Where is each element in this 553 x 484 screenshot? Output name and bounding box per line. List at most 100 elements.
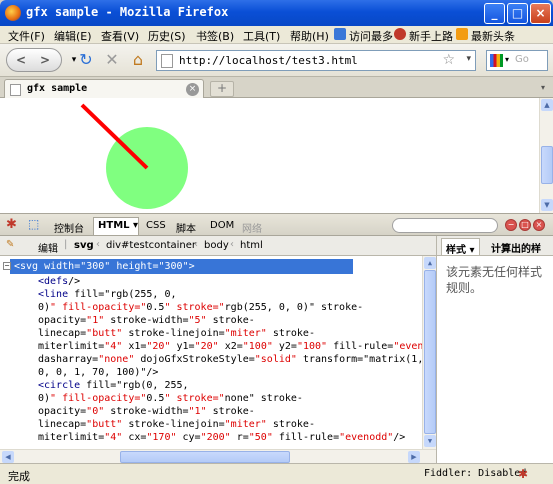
scroll-down-icon[interactable]: ▼ xyxy=(541,199,553,211)
menu-file[interactable]: 文件(F) xyxy=(8,28,45,44)
scroll-up-icon[interactable]: ▲ xyxy=(424,257,436,269)
no-style-rules-message: 该元素无任何样式规则。 xyxy=(446,265,543,295)
scrollbar-thumb[interactable] xyxy=(120,451,290,463)
breadcrumb-body[interactable]: body xyxy=(204,240,229,251)
close-button[interactable]: × xyxy=(530,3,551,24)
close-tab-icon[interactable]: × xyxy=(186,83,199,96)
firebug-toolbar: ✱ ⬚ 控制台 HTML ▾ CSS 脚本 DOM 网络 − □ × xyxy=(0,213,553,236)
style-side-panel: 该元素无任何样式规则。 xyxy=(436,256,553,463)
tab-computed-style[interactable]: 计算出的样式 xyxy=(487,238,553,270)
url-dropdown-icon[interactable]: ▾ xyxy=(466,54,471,64)
firebug-detach-icon[interactable]: □ xyxy=(519,219,531,231)
forward-button[interactable]: > xyxy=(40,53,50,67)
code-line[interactable]: 0)" fill-opacity="0.5" stroke="rgb(255, … xyxy=(38,301,363,314)
bookmark-getting-started[interactable]: 新手上路 xyxy=(394,28,453,44)
code-line[interactable]: opacity="0" stroke-width="1" stroke- xyxy=(38,405,255,418)
tab-console[interactable]: 控制台 xyxy=(54,220,84,235)
scroll-left-icon[interactable]: ◀ xyxy=(2,451,14,463)
scrollbar-thumb[interactable] xyxy=(424,270,436,434)
html-vertical-scrollbar[interactable]: ▲ ▼ xyxy=(422,256,436,449)
breadcrumb-div-testcontainer[interactable]: div#testcontainer xyxy=(106,240,196,251)
page-icon xyxy=(161,54,173,68)
tab-dom[interactable]: DOM xyxy=(210,220,234,231)
bookmark-star-icon[interactable]: ☆ xyxy=(442,52,455,68)
code-line-selected[interactable]: <svg width="300" height="300"> xyxy=(14,260,195,273)
tab-script[interactable]: 脚本 xyxy=(176,220,196,235)
scroll-down-icon[interactable]: ▼ xyxy=(424,435,436,447)
code-line[interactable]: <circle fill="rgb(0, 255, xyxy=(38,379,189,392)
code-line[interactable]: 0)" fill-opacity="0.5" stroke="none" str… xyxy=(38,392,303,405)
page-icon xyxy=(10,84,21,96)
search-engine-dropdown-icon[interactable]: ▾ xyxy=(505,55,509,64)
collapse-toggle-icon[interactable]: − xyxy=(3,262,11,270)
code-line[interactable]: linecap="butt" stroke-linejoin="miter" s… xyxy=(38,418,315,431)
code-line[interactable]: miterlimit="4" cx="170" cy="200" r="50" … xyxy=(38,431,405,444)
inspect-icon[interactable]: ⬚ xyxy=(28,217,39,231)
tab-html[interactable]: HTML ▾ xyxy=(98,220,138,231)
status-bar: 完成 Fiddler: Disabled ✱ xyxy=(0,463,553,484)
code-line[interactable]: <defs/> xyxy=(38,275,80,288)
breadcrumb-html[interactable]: html xyxy=(240,240,263,251)
html-source-panel: − <svg width="300" height="300"> <defs/> <… xyxy=(0,256,436,463)
html-breadcrumb: ✎ 编辑 | svg ‹ div#testcontainer ‹ body ‹ … xyxy=(0,236,436,256)
menu-view[interactable]: 查看(V) xyxy=(101,28,139,44)
firebug-status-icon[interactable]: ✱ xyxy=(518,467,528,481)
google-icon[interactable] xyxy=(490,54,503,67)
edit-icon: ✎ xyxy=(6,239,15,250)
menu-help[interactable]: 帮助(H) xyxy=(290,28,329,44)
tab-label: gfx sample xyxy=(27,83,88,94)
firebug-bug-icon[interactable]: ✱ xyxy=(6,217,17,232)
home-icon[interactable]: ⌂ xyxy=(128,50,148,70)
code-line[interactable]: linecap="butt" stroke-linejoin="miter" s… xyxy=(38,327,315,340)
menu-history[interactable]: 历史(S) xyxy=(148,28,186,44)
scrollbar-thumb[interactable] xyxy=(541,146,553,184)
menu-edit[interactable]: 编辑(E) xyxy=(54,28,92,44)
code-line[interactable]: 0, 0, 1, 70, 100)"/> xyxy=(38,366,158,379)
tab-css[interactable]: CSS xyxy=(146,220,166,231)
search-box[interactable]: ▾ Go xyxy=(486,50,548,71)
menu-tools[interactable]: 工具(T) xyxy=(243,28,280,44)
menu-bookmarks[interactable]: 书签(B) xyxy=(196,28,234,44)
code-line[interactable]: dasharray="none" dojoGfxStrokeStyle="sol… xyxy=(38,353,423,366)
edit-button[interactable]: 编辑 xyxy=(38,240,58,255)
scroll-up-icon[interactable]: ▲ xyxy=(541,99,553,111)
breadcrumb-separator: ‹ xyxy=(230,239,234,250)
page-content: ▲ ▼ xyxy=(0,98,553,213)
back-forward-group: < > xyxy=(6,48,62,72)
maximize-button[interactable]: □ xyxy=(507,3,528,24)
breadcrumb-separator: ‹ xyxy=(96,239,100,250)
menu-bar: 文件(F) 编辑(E) 查看(V) 历史(S) 书签(B) 工具(T) 帮助(H… xyxy=(0,26,553,44)
status-text: 完成 xyxy=(8,470,30,483)
back-button[interactable]: < xyxy=(16,53,26,67)
rss-icon xyxy=(456,28,468,40)
firebug-close-icon[interactable]: × xyxy=(533,219,545,231)
address-bar[interactable]: http://localhost/test3.html ☆ ▾ xyxy=(156,50,476,71)
code-line[interactable]: miterlimit="4" x1="20" y1="20" x2="100" … xyxy=(38,340,436,353)
window-title: gfx sample - Mozilla Firefox xyxy=(26,5,229,19)
new-tab-button[interactable]: + xyxy=(210,81,234,97)
reload-icon[interactable]: ↻ xyxy=(76,50,96,70)
minimize-button[interactable]: _ xyxy=(484,3,505,24)
html-horizontal-scrollbar[interactable]: ◀ ▶ xyxy=(0,449,436,463)
tab-bar: gfx sample × + ▾ xyxy=(0,77,553,99)
tab-list-icon[interactable]: ▾ xyxy=(536,81,550,95)
search-placeholder: Go xyxy=(515,54,529,65)
navigation-toolbar: < > ▾ ↻ ✕ ⌂ http://localhost/test3.html … xyxy=(0,44,553,77)
fiddler-status[interactable]: Fiddler: Disabled xyxy=(424,468,526,479)
breadcrumb-svg[interactable]: svg xyxy=(74,240,94,251)
stop-icon[interactable]: ✕ xyxy=(102,50,122,70)
bookmark-latest-headlines[interactable]: 最新头条 xyxy=(456,28,515,44)
breadcrumb-separator: ‹ xyxy=(194,239,198,250)
tab-style[interactable]: 样式 ▾ xyxy=(441,238,480,256)
code-line[interactable]: opacity="1" stroke-width="5" stroke- xyxy=(38,314,255,327)
title-bar: gfx sample - Mozilla Firefox _ □ × xyxy=(0,0,553,26)
firebug-minimize-icon[interactable]: − xyxy=(505,219,517,231)
code-line[interactable]: <line fill="rgb(255, 0, xyxy=(38,288,176,301)
firebug-search-input[interactable] xyxy=(392,218,498,233)
tab-gfx-sample[interactable]: gfx sample × xyxy=(4,79,204,99)
bookmark-most-visited[interactable]: 访问最多 xyxy=(334,28,393,44)
bookmark-icon xyxy=(334,28,346,40)
scroll-right-icon[interactable]: ▶ xyxy=(408,451,420,463)
tab-net[interactable]: 网络 xyxy=(242,220,262,235)
content-vertical-scrollbar[interactable]: ▲ ▼ xyxy=(539,98,553,213)
